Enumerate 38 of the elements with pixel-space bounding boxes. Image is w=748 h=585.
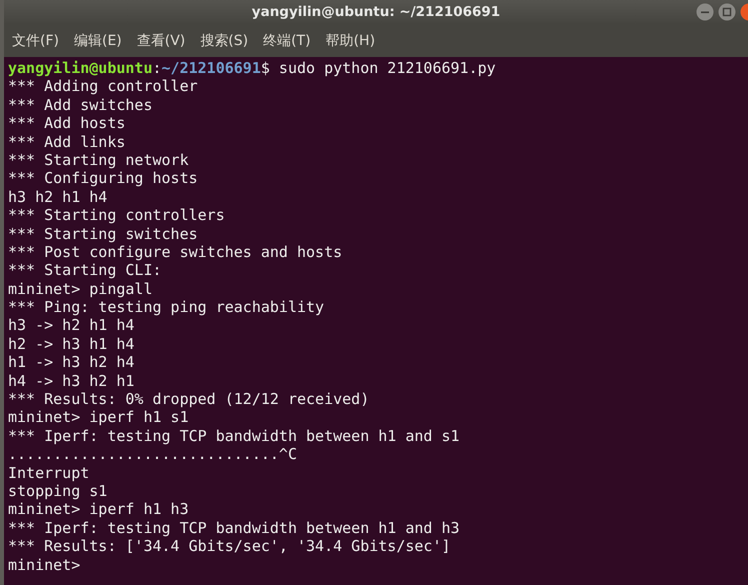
output-line: *** Add switches: [8, 96, 154, 114]
output-line: *** Iperf: testing TCP bandwidth between h1 and s1: [8, 426, 461, 446]
output-line: *** Starting controllers: [8, 206, 226, 225]
menu-item[interactable]: 文件(F): [12, 32, 59, 50]
menu-item[interactable]: 帮助(H): [326, 32, 376, 50]
output-line: *** Results: 0% dropped (12/12 received): [8, 390, 370, 408]
output-line: h1 -> h3 h2 h4: [8, 353, 136, 372]
output-line: stopping s1: [8, 482, 108, 500]
output-line: mininet>: [8, 556, 82, 574]
output-line: Interrupt: [8, 464, 90, 482]
output-line: *** Add links: [8, 132, 126, 151]
menu-item[interactable]: 编辑(E): [74, 32, 122, 50]
output-line: *** Configuring hosts: [8, 169, 199, 188]
output-line: *** Starting switches: [8, 224, 199, 243]
output-line: *** Results: ['34.4 Gbits/sec', '34.4 Gbits/sec']: [8, 537, 452, 556]
menu-item[interactable]: 终端(T): [263, 32, 311, 50]
output-line: h2 -> h3 h1 h4: [8, 334, 136, 354]
command-line: yangyilin@ubuntu:~/212106691$ sudo python 212106691.py: [8, 59, 497, 78]
output-line: *** Ping: testing ping reachability: [8, 298, 326, 316]
output-line: h4 -> h3 h2 h1: [8, 372, 136, 390]
close-button[interactable]: [740, 3, 748, 21]
output-line: mininet> iperf h1 h3: [8, 500, 190, 519]
window-title: yangyilin@ubuntu: ~/212106691: [252, 4, 500, 20]
output-line: mininet> iperf h1 s1: [8, 408, 190, 427]
output-line: h3 -> h2 h1 h4: [8, 316, 136, 335]
menu-item[interactable]: 搜索(S): [200, 32, 248, 50]
output-line: *** Iperf: testing TCP bandwidth between h1 and h3: [8, 518, 461, 538]
output-line: h3 h2 h1 h4: [8, 188, 108, 206]
output-line: mininet> pingall: [8, 280, 154, 298]
output-line: *** Post configure switches and hosts: [8, 242, 344, 262]
maximize-button[interactable]: [718, 3, 736, 21]
output-line: *** Adding controller: [8, 77, 199, 96]
output-line: *** Starting CLI:: [8, 261, 163, 280]
output-line: ..............................^C: [8, 445, 298, 464]
output-line: *** Starting network: [8, 150, 190, 170]
minimize-button[interactable]: [696, 3, 714, 21]
menu-item[interactable]: 查看(V): [136, 32, 186, 50]
output-line: *** Add hosts: [8, 114, 126, 133]
